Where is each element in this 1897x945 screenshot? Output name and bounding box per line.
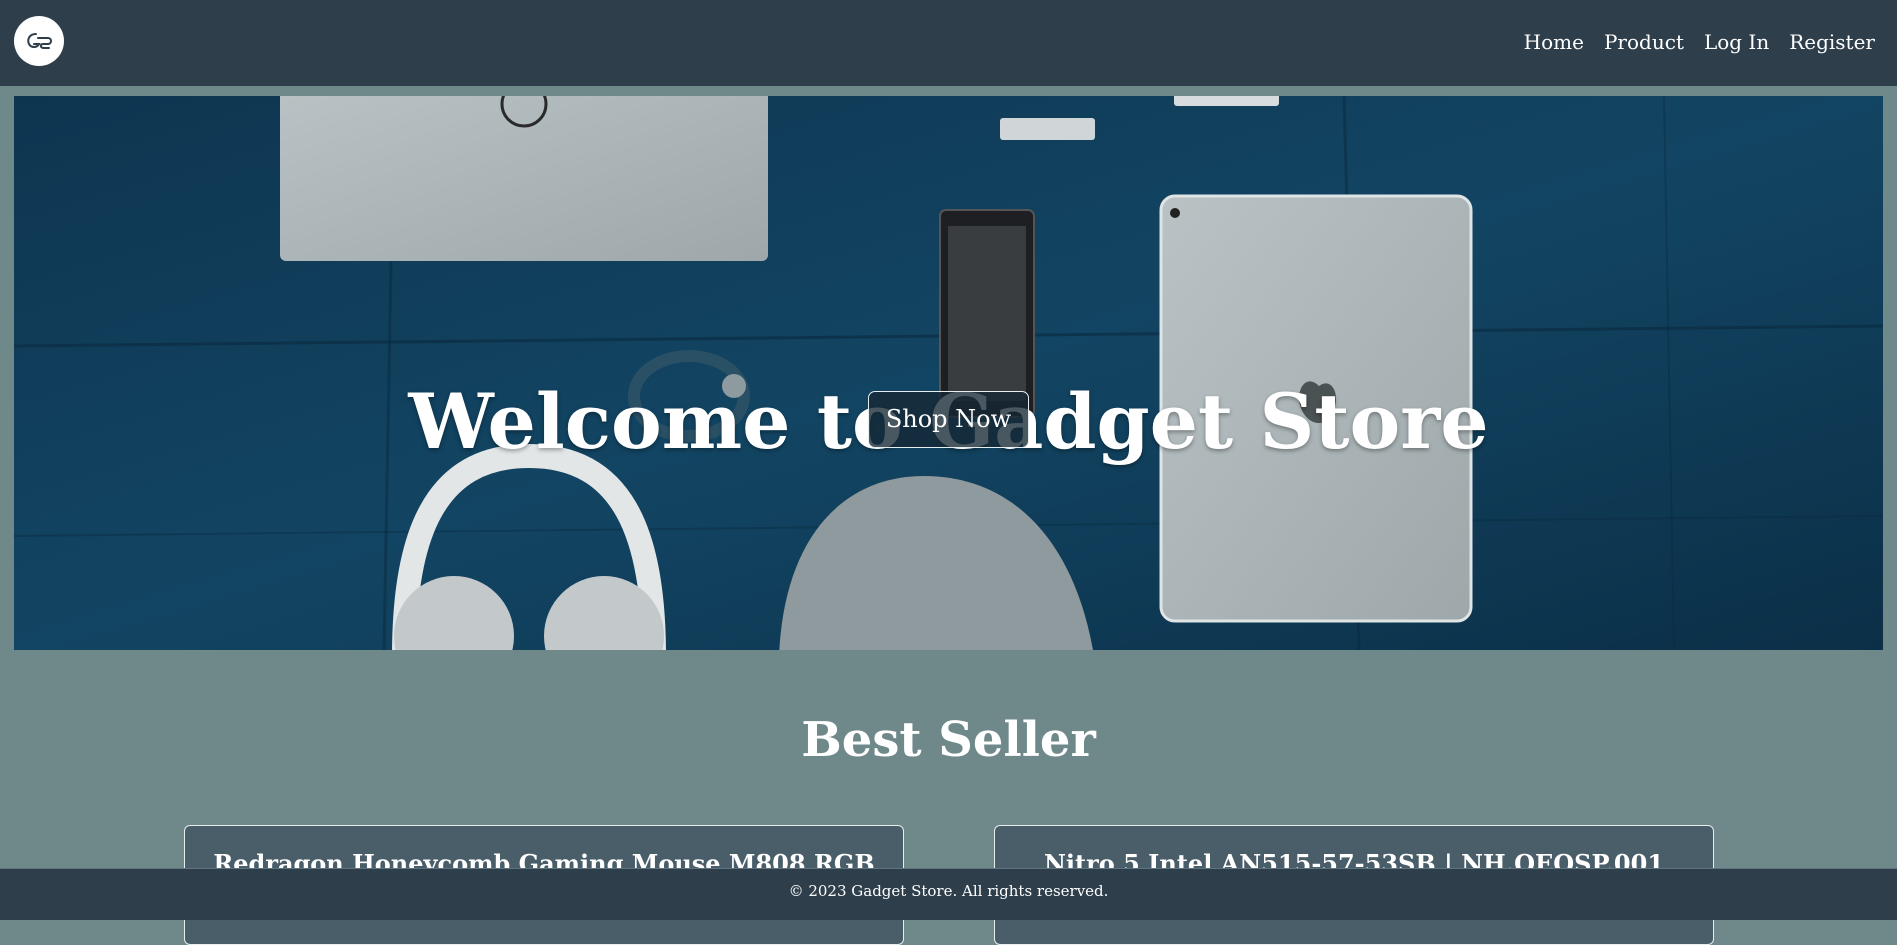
nav-links: Home Product Log In Register: [1524, 24, 1875, 60]
hero-background-image: [14, 96, 1883, 650]
shop-now-button[interactable]: Shop Now: [868, 391, 1029, 448]
hero-banner: Welcome to Gadget Store Shop Now: [14, 96, 1883, 650]
nav-home-link[interactable]: Home: [1524, 24, 1584, 60]
nav-product-link[interactable]: Product: [1604, 24, 1684, 60]
footer: © 2023 Gadget Store. All rights reserved…: [0, 868, 1897, 920]
copyright-text: © 2023 Gadget Store. All rights reserved…: [788, 882, 1109, 900]
nav-register-link[interactable]: Register: [1789, 24, 1875, 60]
navbar: Home Product Log In Register: [0, 0, 1897, 86]
best-seller-title: Best Seller: [801, 712, 1096, 768]
nav-login-link[interactable]: Log In: [1704, 24, 1769, 60]
gs-logo-icon[interactable]: [14, 16, 64, 66]
